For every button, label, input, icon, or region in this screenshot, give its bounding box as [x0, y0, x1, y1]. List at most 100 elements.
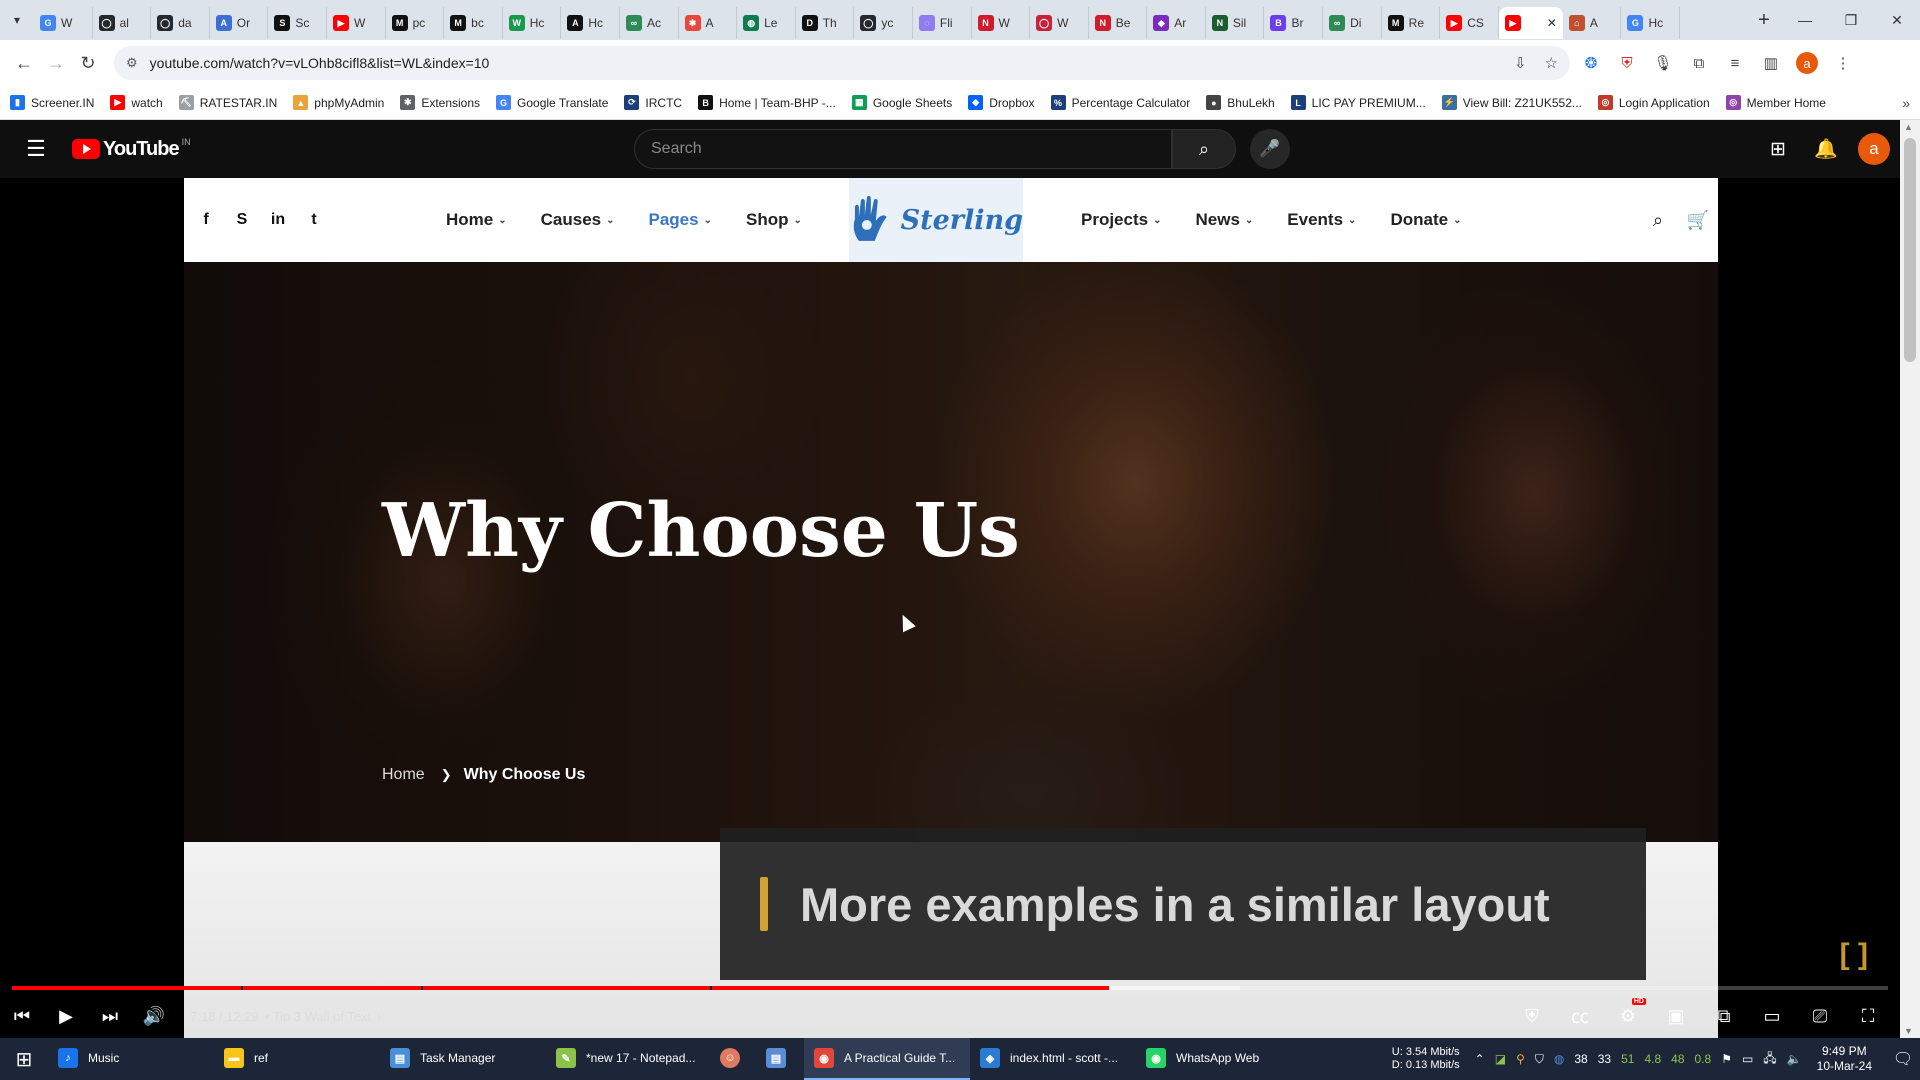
fullscreen-icon[interactable]: ⛶	[1844, 994, 1892, 1038]
speaker-icon[interactable]: 🔈	[1787, 1052, 1802, 1066]
site-info-icon[interactable]: ⚙	[126, 55, 138, 71]
tray-number-1[interactable]: 33	[1598, 1052, 1611, 1066]
windows-start-icon[interactable]: ⊞	[0, 1038, 48, 1080]
system-clock[interactable]: 9:49 PM 10-Mar-24	[1817, 1044, 1872, 1074]
previous-icon[interactable]: ⏮	[0, 994, 44, 1038]
minimize-button[interactable]: —	[1782, 0, 1828, 40]
youtube-logo[interactable]: YouTube IN	[72, 137, 191, 161]
chevron-right-icon[interactable]: ›	[377, 1009, 381, 1024]
browser-tab[interactable]: A Hc	[561, 7, 620, 39]
browser-tab[interactable]: B Br	[1264, 7, 1324, 39]
bookmark-item[interactable]: ⚡ View Bill: Z21UK552...	[1441, 95, 1582, 110]
browser-tab[interactable]: ∞ Ac	[620, 7, 679, 39]
taskbar-app[interactable]: ♪ Music	[48, 1038, 214, 1080]
bookmark-item[interactable]: G Google Translate	[496, 95, 608, 110]
install-app-icon[interactable]: ⇩	[1514, 54, 1527, 72]
bookmark-item[interactable]: ◆ Dropbox	[968, 95, 1035, 110]
bookmark-item[interactable]: ✱ Extensions	[400, 95, 480, 110]
hamburger-menu-icon[interactable]: ☰	[0, 136, 72, 162]
restore-button[interactable]: ❐	[1828, 0, 1874, 40]
taskbar-app[interactable]: ✎ *new 17 - Notepad...	[546, 1038, 712, 1080]
browser-tab[interactable]: Mbc	[444, 7, 503, 39]
miniplayer-icon[interactable]: ▣	[1652, 994, 1700, 1038]
tray-search-icon[interactable]: ⚲	[1516, 1052, 1525, 1066]
browser-tab[interactable]: W Hc	[503, 7, 562, 39]
page-scrollbar[interactable]: ▲ ▼	[1900, 120, 1920, 1038]
browser-tab[interactable]: A Or	[210, 7, 269, 39]
settings-gear-icon[interactable]: ⚙	[1604, 994, 1652, 1038]
tray-flag-icon[interactable]: ⚑	[1721, 1052, 1732, 1066]
extension-mic-icon[interactable]: 🎙	[1648, 48, 1678, 78]
media-controls-icon[interactable]: ≡	[1720, 48, 1750, 78]
browser-tab[interactable]: S Sc	[268, 7, 327, 39]
bookmark-item[interactable]: ⛏ RATESTAR.IN	[178, 95, 277, 110]
back-button[interactable]: ←	[8, 47, 40, 79]
subtitles-icon[interactable]: ㏄	[1556, 994, 1604, 1038]
bookmark-star-icon[interactable]: ☆	[1545, 54, 1558, 72]
avatar[interactable]: a	[1858, 133, 1890, 165]
network-icon[interactable]: 🖧	[1763, 1049, 1776, 1070]
taskbar-app-icon[interactable]: ▤	[758, 1038, 804, 1080]
new-tab-button[interactable]: +	[1746, 9, 1782, 32]
chapter-title[interactable]: • Tip 3 Wall of Text	[265, 1009, 371, 1024]
browser-tab[interactable]: ◯ yc	[854, 7, 913, 39]
browser-tab[interactable]: Mpc	[386, 7, 445, 39]
close-window-button[interactable]: ✕	[1874, 0, 1920, 40]
tray-number-4[interactable]: 48	[1671, 1052, 1684, 1066]
picture-in-picture-icon[interactable]: ⧉	[1700, 994, 1748, 1038]
tray-shield-icon[interactable]: ⛉	[1535, 1052, 1544, 1067]
browser-tab[interactable]: ▶ W	[327, 7, 386, 39]
browser-tab[interactable]: ✱ A	[679, 7, 738, 39]
browser-tab[interactable]: ◆ Ar	[1147, 7, 1206, 39]
bookmark-item[interactable]: B Home | Team-BHP -...	[698, 95, 836, 110]
browser-tab[interactable]: ◯ da	[151, 7, 210, 39]
scroll-up-icon[interactable]: ▲	[1904, 122, 1913, 132]
bookmark-item[interactable]: ▲ phpMyAdmin	[293, 95, 384, 110]
browser-tab[interactable]: ◍ Le	[737, 7, 796, 39]
tray-globe-icon[interactable]: ◍	[1554, 1052, 1564, 1066]
browser-tab[interactable]: G Hc	[1621, 7, 1681, 39]
address-url[interactable]: youtube.com/watch?v=vLOhb8cifl8&list=WL&…	[150, 55, 1496, 71]
taskbar-app[interactable]: ▤ Task Manager	[380, 1038, 546, 1080]
bookmark-item[interactable]: ◎ Member Home	[1725, 95, 1826, 110]
browser-tab[interactable]: ◯ al	[93, 7, 152, 39]
browser-tab[interactable]: ◯ W	[1030, 7, 1089, 39]
create-video-icon[interactable]: ⊞	[1754, 129, 1802, 169]
extensions-puzzle-icon[interactable]: ⧉	[1684, 48, 1714, 78]
browser-tab[interactable]: ▶ ✕	[1498, 7, 1563, 39]
play-icon[interactable]: ▶	[44, 994, 88, 1038]
browser-tab[interactable]: D Th	[796, 7, 855, 39]
tray-number-5[interactable]: 0.8	[1695, 1052, 1712, 1066]
browser-tab[interactable]: NW	[972, 7, 1031, 39]
browser-tab[interactable]: N Be	[1089, 7, 1148, 39]
notifications-icon[interactable]: 🗨	[1886, 1049, 1920, 1069]
forward-button[interactable]: →	[40, 47, 72, 79]
battery-icon[interactable]: ▭	[1742, 1052, 1753, 1066]
taskbar-app[interactable]: ◈ index.html - scott -...	[970, 1038, 1136, 1080]
taskbar-app-icon[interactable]: ☺	[712, 1038, 758, 1080]
video-player[interactable]: f Sin t Home ⌄ Causes ⌄ Pages ⌄ Shop ⌄ Sterling P…	[0, 178, 1900, 1038]
voice-search-icon[interactable]: 🎤	[1250, 129, 1290, 169]
bookmark-item[interactable]: ⟳ IRCTC	[624, 95, 682, 110]
cast-icon[interactable]: ⎚	[1796, 994, 1844, 1038]
reload-button[interactable]: ↻	[72, 47, 104, 79]
video-progress-bar[interactable]	[12, 986, 1888, 990]
bookmark-item[interactable]: ● BhuLekh	[1206, 95, 1275, 110]
bookmark-item[interactable]: ◎ Login Application	[1597, 95, 1710, 110]
scrollbar-thumb[interactable]	[1904, 138, 1916, 362]
taskbar-app[interactable]: ◉ WhatsApp Web	[1136, 1038, 1302, 1080]
ad-blocker-icon[interactable]: ⛨	[1508, 994, 1556, 1038]
extension-icon[interactable]: ❂	[1576, 48, 1606, 78]
bookmark-item[interactable]: ▶ watch	[110, 95, 163, 110]
chevron-up-icon[interactable]: ⌃	[1475, 1052, 1485, 1066]
bookmark-item[interactable]: ▦ Google Sheets	[851, 95, 952, 110]
bookmark-item[interactable]: L LIC PAY PREMIUM...	[1290, 95, 1426, 110]
theater-mode-icon[interactable]: ▭	[1748, 994, 1796, 1038]
profile-icon[interactable]: a	[1792, 48, 1822, 78]
address-bar[interactable]: ⚙ youtube.com/watch?v=vLOhb8cifl8&list=W…	[114, 46, 1570, 80]
tab-search-button[interactable]: ▾	[0, 3, 34, 37]
browser-tab[interactable]: ◌ Fli	[913, 7, 972, 39]
bookmark-item[interactable]: ▮ Screener.IN	[10, 95, 94, 110]
browser-menu-icon[interactable]: ⋮	[1828, 48, 1858, 78]
taskbar-app[interactable]: ▬ ref	[214, 1038, 380, 1080]
